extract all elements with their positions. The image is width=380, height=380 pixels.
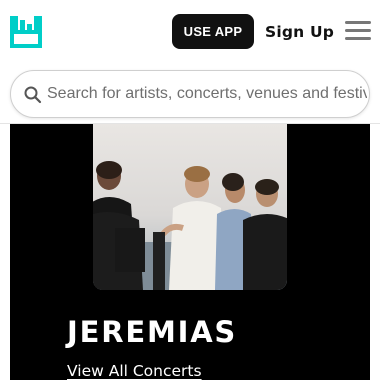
search-input[interactable] xyxy=(47,79,367,109)
artist-name-heading: JEREMIAS xyxy=(67,315,238,349)
search-icon xyxy=(24,86,42,104)
hamburger-menu-icon[interactable] xyxy=(345,21,371,43)
top-header: USE APP Sign Up xyxy=(0,0,380,64)
view-all-concerts-link[interactable]: View All Concerts xyxy=(67,360,202,380)
search-bar-container xyxy=(0,64,380,124)
bandsintown-logo-icon[interactable] xyxy=(10,16,42,48)
sign-up-link[interactable]: Sign Up xyxy=(265,20,334,44)
artist-hero: JEREMIAS View All Concerts xyxy=(10,124,370,380)
search-box[interactable] xyxy=(10,70,370,118)
use-app-button[interactable]: USE APP xyxy=(172,14,254,49)
artist-photo[interactable] xyxy=(93,124,287,290)
